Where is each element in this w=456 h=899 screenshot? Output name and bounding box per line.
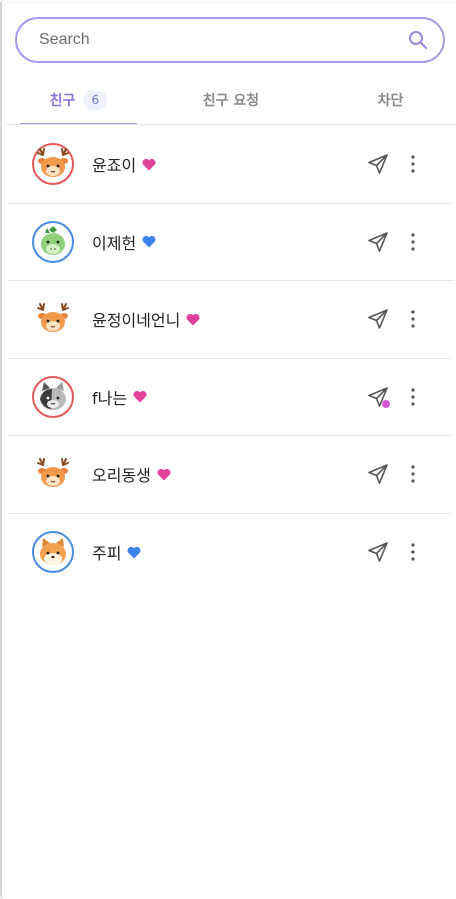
tabs-divider — [6, 124, 456, 125]
tab-bar: 친구 6 친구 요청 차단 — [20, 75, 456, 125]
search-input[interactable] — [39, 31, 407, 49]
search-icon[interactable] — [407, 29, 429, 51]
notification-dot — [382, 399, 390, 408]
friend-name-text: 오리동생 — [92, 466, 151, 486]
tab-blocked-label: 차단 — [377, 93, 404, 109]
heart-icon — [133, 390, 147, 403]
friend-name-text: 윤정이네언니 — [92, 311, 181, 331]
more-vertical-icon[interactable] — [405, 152, 421, 176]
friend-name: 윤죠이 — [92, 152, 156, 176]
friend-name-text: 윤죠이 — [92, 156, 137, 176]
tab-friend-requests[interactable]: 친구 요청 — [137, 75, 325, 125]
friend-count-badge: 6 — [83, 90, 108, 110]
tab-blocked[interactable]: 차단 — [325, 75, 456, 125]
paper-plane-icon[interactable] — [366, 230, 390, 254]
more-vertical-icon[interactable] — [405, 462, 421, 486]
friend-name-text: f나는 — [92, 388, 128, 408]
more-vertical-icon[interactable] — [405, 307, 421, 331]
heart-icon — [157, 468, 171, 481]
friend-name: 윤정이네언니 — [92, 307, 200, 331]
heart-icon — [142, 235, 156, 248]
friend-row[interactable]: f나는 — [8, 359, 454, 436]
friend-name-text: 이제헌 — [92, 233, 137, 253]
friend-row[interactable]: 이제헌 — [8, 204, 454, 281]
deer-avatar[interactable] — [32, 453, 74, 495]
search-bar[interactable] — [15, 17, 445, 63]
tab-friends[interactable]: 친구 6 — [20, 75, 137, 125]
friend-name: 오리동생 — [92, 462, 171, 486]
friend-row[interactable]: 윤정이네언니 — [8, 281, 454, 359]
paper-plane-icon[interactable] — [366, 152, 390, 176]
heart-icon — [186, 313, 200, 326]
shiba-avatar[interactable] — [32, 531, 74, 574]
more-vertical-icon[interactable] — [405, 230, 421, 254]
friend-row[interactable]: 오리동생 — [8, 436, 454, 514]
top-divider — [6, 2, 456, 3]
friend-name-text: 주피 — [92, 544, 122, 564]
friend-row[interactable]: 윤죠이 — [8, 126, 454, 204]
panel-left-border — [0, 0, 4, 899]
tab-friend-requests-label: 친구 요청 — [202, 93, 260, 109]
more-vertical-icon[interactable] — [405, 540, 421, 564]
friend-name: 주피 — [92, 540, 141, 564]
paper-plane-icon[interactable] — [366, 385, 390, 409]
more-vertical-icon[interactable] — [405, 385, 421, 409]
deer-avatar[interactable] — [32, 298, 74, 340]
friend-name: 이제헌 — [92, 230, 156, 254]
tab-friends-label: 친구 — [49, 93, 76, 109]
heart-icon — [127, 546, 141, 559]
dragon-avatar[interactable] — [32, 220, 74, 263]
friend-name: f나는 — [92, 385, 147, 409]
friend-row[interactable]: 주피 — [8, 514, 454, 592]
paper-plane-icon[interactable] — [366, 462, 390, 486]
paper-plane-icon[interactable] — [366, 540, 390, 564]
deer-avatar[interactable] — [32, 143, 74, 186]
paper-plane-icon[interactable] — [366, 307, 390, 331]
cat-avatar[interactable] — [32, 375, 74, 418]
friend-list: 윤죠이이제헌윤정이네언니 f나는오리동생주피 — [8, 126, 454, 591]
heart-icon — [142, 158, 156, 171]
